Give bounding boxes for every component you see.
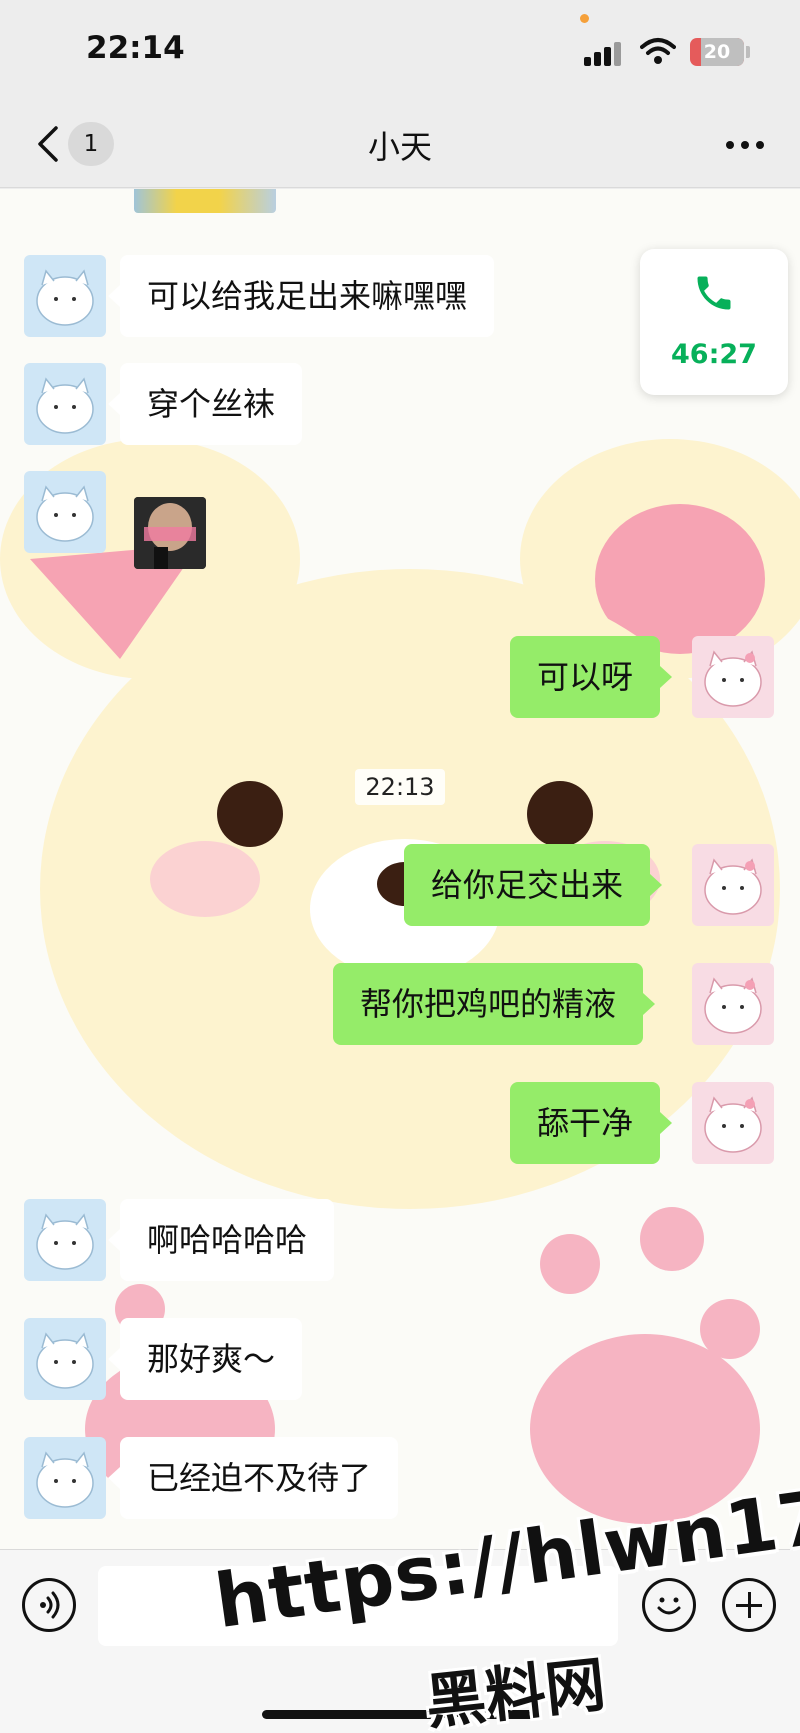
my-avatar[interactable] [692,963,774,1045]
my-avatar[interactable] [692,844,774,926]
more-functions-button[interactable] [722,1578,776,1632]
wifi-icon [640,38,676,64]
message-bubble-outgoing[interactable]: 给你足交出来 [404,844,663,926]
chat-header: 1 小天 [0,100,800,188]
contact-avatar[interactable] [24,255,106,337]
home-indicator [262,1710,538,1719]
chat-timestamp: 22:13 [0,769,800,805]
contact-avatar[interactable] [24,1437,106,1519]
voice-call-floating-card[interactable]: 46:27 [640,249,788,395]
message-list[interactable]: 可以给我足出来嘛嘿嘿 穿个丝袜 可以呀 22:13 给你足交出来 帮你把鸡吧的精… [0,189,800,1549]
message-bubble-incoming[interactable]: 那好爽～ [107,1318,303,1400]
chat-title: 小天 [367,128,432,166]
signal-icon [584,40,624,66]
message-bubble-incoming[interactable]: 已经迫不及待了 [107,1437,399,1519]
call-duration: 46:27 [671,339,757,370]
phone-icon [697,276,731,310]
voice-icon [40,1591,60,1619]
message-bubble-outgoing[interactable]: 可以呀 [510,636,673,718]
voice-input-button[interactable] [22,1578,76,1632]
message-bubble-incoming[interactable]: 可以给我足出来嘛嘿嘿 [107,255,495,337]
contact-avatar[interactable] [24,471,106,553]
message-bubble-incoming[interactable]: 穿个丝袜 [107,363,303,445]
battery-level: 20 [703,41,731,63]
emoji-icon [657,1597,681,1615]
emoji-button[interactable] [642,1578,696,1632]
contact-avatar[interactable] [24,1199,106,1281]
status-time: 22:14 [86,30,185,66]
battery-icon: 20 [690,38,744,66]
message-bubble-outgoing[interactable]: 帮你把鸡吧的精液 [333,963,656,1045]
sticker-message[interactable] [134,497,206,569]
contact-avatar[interactable] [24,363,106,445]
message-bubble-outgoing[interactable]: 舔干净 [510,1082,673,1164]
privacy-indicator-dot [580,14,589,23]
more-options-button[interactable] [720,124,770,164]
battery-cap [746,46,750,58]
my-avatar[interactable] [692,636,774,718]
chat-screen: 22:14 20 1 小天 可以给我足出来嘛嘿嘿 穿个丝袜 可以呀 22:13 … [0,0,800,1733]
input-bar [0,1549,800,1733]
message-bubble-incoming[interactable]: 啊哈哈哈哈 [107,1199,335,1281]
chat-timestamp-text: 22:13 [355,769,445,805]
contact-avatar[interactable] [24,1318,106,1400]
my-avatar[interactable] [692,1082,774,1164]
status-bar: 22:14 20 [0,0,800,100]
image-message-partial[interactable] [134,189,276,213]
message-input[interactable] [98,1566,618,1646]
